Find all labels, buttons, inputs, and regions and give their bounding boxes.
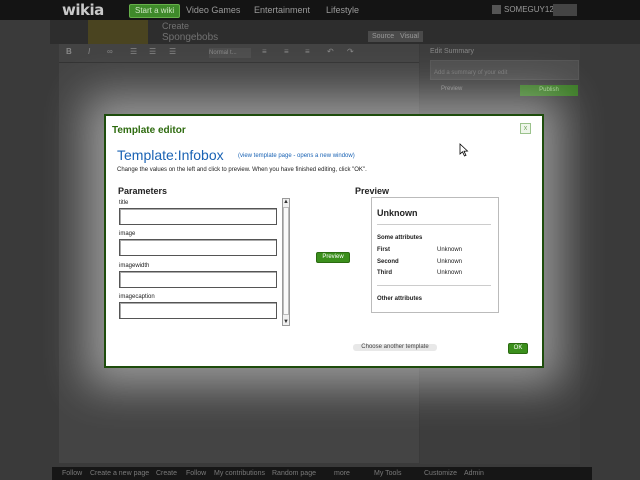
preview-heading: Preview [355,186,390,196]
param-label-title: title [119,200,129,206]
param-input-title[interactable] [119,208,277,225]
format-select[interactable]: Normal t... [209,48,251,58]
publish-label: Publish [539,87,559,93]
page-name: Spongebobs [162,32,219,43]
infobox-section-heading: Other attributes [377,296,423,302]
scroll-up-icon[interactable]: ▲ [282,198,290,206]
ok-button[interactable]: OK [508,343,528,354]
tab-visual[interactable]: Visual [396,31,423,42]
footer-link[interactable]: Create a new page [90,467,149,480]
summary-label: Edit Summary [430,48,474,55]
param-input-imagewidth[interactable] [119,271,277,288]
footer-link[interactable]: Create [156,467,177,480]
footer-link[interactable]: My contributions [214,467,265,480]
align-center-icon[interactable]: ≡ [284,47,289,56]
infobox-value: Unknown [437,247,463,253]
redo-icon[interactable]: ↷ [347,47,354,56]
footer-link[interactable]: My Tools [374,467,402,480]
indent-icon[interactable]: ☰ [169,47,176,56]
align-right-icon[interactable]: ≡ [305,47,310,56]
wiki-name: Create [162,21,190,31]
username-menu[interactable]: SOMEGUY123 [504,0,558,20]
undo-icon[interactable]: ↶ [327,47,334,56]
scrollbar-thumb[interactable] [283,207,289,315]
dialog-title: Template editor [112,125,186,136]
choose-another-template-button[interactable]: Choose another template [353,344,437,351]
wiki-logo[interactable] [88,20,148,44]
scroll-down-icon[interactable]: ▼ [282,318,290,326]
footer-link[interactable]: Admin [464,467,484,480]
nav-link-entertainment[interactable]: Entertainment [254,0,310,20]
summary-input[interactable]: Add a summary of your edit [430,60,579,80]
bold-icon[interactable]: B [66,47,72,56]
sidebar-preview-button[interactable]: Preview [441,86,462,92]
mouse-cursor-icon [459,143,469,157]
infobox-key: Second [377,259,399,265]
infobox-section-heading: Some attributes [377,235,423,241]
infobox-title: Unknown [377,208,418,218]
summary-placeholder: Add a summary of your edit [434,70,508,76]
align-left-icon[interactable]: ≡ [262,47,267,56]
editor-toolbar: B I ∞ ☰ ☰ ☰ Normal t... ≡ ≡ ≡ ↶ ↷ [59,44,419,63]
param-input-image[interactable] [119,239,277,256]
footer-link[interactable]: Follow [62,467,82,480]
infobox-divider [377,224,491,225]
infobox-key: First [377,247,391,253]
notifications-icon[interactable] [553,4,577,16]
param-label-imagecaption: imagecaption [119,294,155,300]
infobox-value: Unknown [437,270,463,276]
publish-button[interactable]: Publish [520,85,578,96]
footer-link[interactable]: Customize [424,467,457,480]
param-label-imagewidth: imagewidth [119,263,150,269]
page-title: Create Spongebobs [162,20,218,44]
preview-button[interactable]: Preview [316,252,350,263]
parameters-heading: Parameters [118,186,168,196]
instructions-text: Change the values on the left and click … [117,167,367,173]
footer-link[interactable]: more [334,467,350,480]
view-template-link[interactable]: (view template page - opens a new window… [238,153,355,159]
template-name: Template:Infobox [117,147,224,163]
link-icon[interactable]: ∞ [107,47,113,56]
close-icon[interactable]: x [520,123,531,134]
wikia-logo[interactable]: wikia [62,0,104,20]
avatar[interactable] [492,5,501,14]
footer-link[interactable]: Random page [272,467,316,480]
italic-icon[interactable]: I [88,47,90,56]
bullet-list-icon[interactable]: ☰ [130,47,137,56]
nav-link-video-games[interactable]: Video Games [186,0,240,20]
footer-link[interactable]: Follow [186,467,206,480]
infobox-value: Unknown [437,259,463,265]
param-input-imagecaption[interactable] [119,302,277,319]
nav-link-lifestyle[interactable]: Lifestyle [326,0,359,20]
infobox-key: Third [377,270,392,276]
tab-source[interactable]: Source [368,31,399,42]
infobox-divider [377,285,491,286]
numbered-list-icon[interactable]: ☰ [149,47,156,56]
param-label-image: image [119,231,136,237]
start-wiki-button[interactable]: Start a wiki [129,4,181,18]
